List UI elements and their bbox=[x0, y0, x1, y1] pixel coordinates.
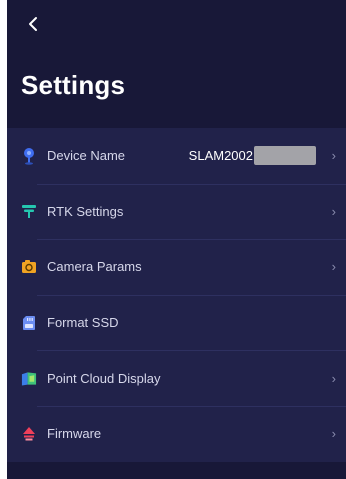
settings-list: Device Name SLAM2002 › RTK Settings › Ca… bbox=[7, 128, 346, 462]
settings-item-label: Camera Params bbox=[47, 259, 142, 275]
antenna-icon bbox=[21, 202, 37, 220]
back-button[interactable] bbox=[21, 14, 45, 38]
redacted-value-block bbox=[254, 146, 316, 166]
settings-item-label: Format SSD bbox=[47, 315, 119, 331]
settings-item-camera-params[interactable]: Camera Params › bbox=[7, 239, 346, 295]
settings-item-point-cloud-display[interactable]: Point Cloud Display › bbox=[7, 350, 346, 406]
chevron-right-icon: › bbox=[331, 148, 336, 164]
chevron-right-icon: › bbox=[331, 203, 336, 219]
settings-screen: Settings Device Name SLAM2002 › RTK Sett… bbox=[7, 0, 346, 479]
chevron-right-icon: › bbox=[331, 259, 336, 275]
chevron-right-icon: › bbox=[331, 426, 336, 442]
location-pin-icon bbox=[21, 147, 37, 165]
settings-item-rtk-settings[interactable]: RTK Settings › bbox=[7, 183, 346, 240]
settings-item-label: Firmware bbox=[47, 426, 102, 442]
settings-item-label: Point Cloud Display bbox=[47, 370, 161, 386]
settings-item-format-ssd[interactable]: Format SSD bbox=[7, 294, 346, 351]
camera-icon bbox=[21, 258, 37, 276]
settings-item-firmware[interactable]: Firmware › bbox=[7, 405, 346, 462]
bottom-area bbox=[7, 462, 346, 479]
header: Settings bbox=[7, 0, 346, 128]
firmware-icon bbox=[21, 425, 37, 443]
settings-item-label: Device Name bbox=[47, 148, 126, 164]
chevron-left-icon bbox=[28, 16, 38, 37]
device-name-value: SLAM2002 bbox=[188, 148, 253, 164]
chevron-right-icon: › bbox=[331, 370, 336, 386]
point-cloud-icon bbox=[21, 369, 37, 387]
sd-card-icon bbox=[21, 314, 37, 332]
page-title: Settings bbox=[21, 70, 126, 100]
settings-item-label: RTK Settings bbox=[47, 203, 124, 219]
settings-item-device-name[interactable]: Device Name SLAM2002 › bbox=[7, 128, 346, 184]
